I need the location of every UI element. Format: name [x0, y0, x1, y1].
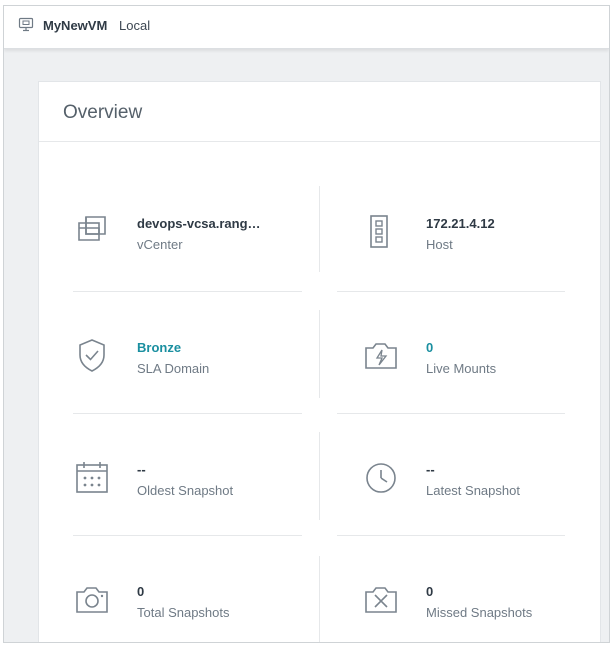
stat-missed-snapshots[interactable]: 0 Missed Snapshots [364, 582, 604, 642]
live-mounts-value[interactable]: 0 [426, 340, 433, 355]
camera-icon [76, 587, 108, 613]
header-bar: MyNewVM Local [4, 6, 609, 49]
host-label: Host [426, 237, 453, 252]
vm-name: MyNewVM [43, 18, 108, 33]
divider [73, 535, 302, 536]
divider [319, 186, 320, 272]
shield-check-icon [79, 339, 105, 372]
divider [337, 535, 565, 536]
missed-snapshots-label: Missed Snapshots [426, 605, 533, 620]
vcenter-label: vCenter [137, 237, 183, 252]
divider [73, 291, 302, 292]
total-snapshots-label: Total Snapshots [137, 605, 230, 620]
camera-missed-icon [365, 587, 397, 613]
sla-domain-value[interactable]: Bronze [137, 340, 181, 355]
divider [337, 291, 565, 292]
stat-sla-domain[interactable]: Bronze SLA Domain [75, 338, 315, 398]
calendar-icon [76, 462, 108, 493]
stat-oldest-snapshot[interactable]: -- Oldest Snapshot [75, 460, 315, 520]
total-snapshots-value: 0 [137, 584, 145, 599]
divider [319, 432, 320, 520]
vm-location: Local [119, 18, 151, 33]
live-mount-icon [365, 343, 397, 369]
stat-vcenter[interactable]: devops-vcsa.rang… vCenter [75, 214, 315, 274]
vm-monitor-icon [18, 17, 34, 32]
vcenter-value[interactable]: devops-vcsa.rang… [137, 216, 261, 231]
missed-snapshots-value: 0 [426, 584, 434, 599]
divider [319, 310, 320, 398]
host-server-icon [370, 215, 388, 248]
sla-domain-label: SLA Domain [137, 361, 210, 376]
clock-icon [366, 463, 396, 493]
divider [39, 141, 600, 142]
oldest-snapshot-label: Oldest Snapshot [137, 483, 234, 498]
stat-live-mounts[interactable]: 0 Live Mounts [364, 338, 604, 398]
overview-card: Overview devops-vcsa.rang… vCenter 172.2… [38, 81, 604, 642]
divider [73, 413, 302, 414]
live-mounts-label: Live Mounts [426, 361, 497, 376]
latest-snapshot-value: -- [426, 462, 435, 477]
overview-title: Overview [63, 102, 143, 123]
latest-snapshot-label: Latest Snapshot [426, 483, 520, 498]
oldest-snapshot-value: -- [137, 462, 146, 477]
vcenter-icon [78, 216, 106, 241]
divider [319, 556, 320, 642]
stat-host[interactable]: 172.21.4.12 Host [364, 214, 604, 274]
app-window: MyNewVM Local Overview devops-vcsa.rang…… [3, 5, 610, 643]
stat-total-snapshots[interactable]: 0 Total Snapshots [75, 582, 315, 642]
divider [337, 413, 565, 414]
host-value[interactable]: 172.21.4.12 [426, 216, 495, 231]
stat-latest-snapshot[interactable]: -- Latest Snapshot [364, 460, 604, 520]
